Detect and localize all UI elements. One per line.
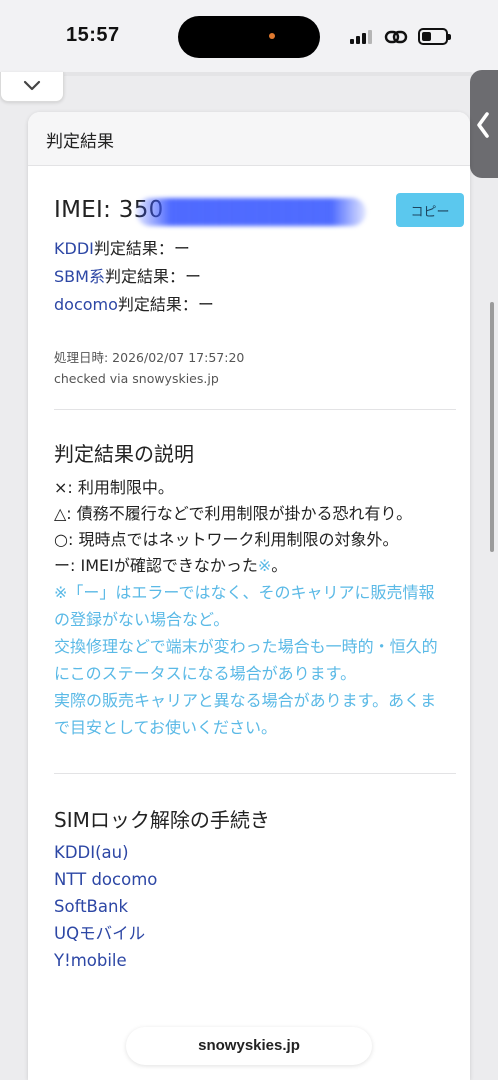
card-header: 判定結果 [28, 112, 470, 166]
side-panel-handle[interactable] [470, 70, 498, 178]
collapse-tab[interactable] [0, 72, 64, 102]
sim-unlock-link-ymobile[interactable]: Y!mobile [54, 947, 442, 974]
result-label: 判定結果：ー [93, 239, 190, 258]
legend-circle: ○: 現時点ではネットワーク利用制限の対象外。 [54, 530, 399, 549]
sim-unlock-link-softbank[interactable]: SoftBank [54, 893, 442, 920]
divider [54, 773, 456, 774]
explanation-title: 判定結果の説明 [54, 442, 194, 466]
carrier-link-kddi[interactable]: KDDI [54, 239, 94, 258]
sim-unlock-link-kddi[interactable]: KDDI(au) [54, 839, 442, 866]
toolbar-edge [62, 72, 472, 76]
note-error: ※「ー」はエラーではなく、そのキャリアに販売情報の登録がない場合など。 [54, 583, 435, 629]
result-line-docomo: docomo判定結果：ー [54, 291, 442, 319]
cellular-signal-icon [350, 30, 374, 44]
legend-dash: ー: IMEIが確認できなかった※。 [54, 553, 442, 579]
carrier-link-sbm[interactable]: SBM系 [54, 267, 105, 286]
legend-dash-text: ー: IMEIが確認できなかった [54, 556, 258, 575]
result-line-kddi: KDDI判定結果：ー [54, 235, 442, 263]
checked-via: checked via snowyskies.jp [54, 371, 219, 386]
imei-redaction [136, 198, 366, 226]
result-label: 判定結果：ー [117, 295, 214, 314]
result-card: 判定結果 IMEI: 350 コピー KDDI判定結果：ー SBM系判定結果：ー… [28, 112, 470, 1080]
processing-meta: 処理日時: 2026/02/07 17:57:20 checked via sn… [54, 347, 442, 389]
note-repair: 交換修理などで端末が変わった場合も一時的・恒久的にこのステータスになる場合があり… [54, 637, 438, 683]
processed-at: 処理日時: 2026/02/07 17:57:20 [54, 350, 245, 365]
sim-unlock-link-uq[interactable]: UQモバイル [54, 920, 442, 947]
address-bar-domain: snowyskies.jp [198, 1037, 300, 1054]
status-time: 15:57 [66, 24, 120, 46]
explanation-notes: ※「ー」はエラーではなく、そのキャリアに販売情報の登録がない場合など。 交換修理… [54, 579, 442, 741]
legend-triangle: △: 債務不履行などで利用制限が掛かる恐れ有り。 [54, 504, 413, 523]
status-bar: 15:57 [0, 0, 498, 72]
explanation-list: ×: 利用制限中。 △: 債務不履行などで利用制限が掛かる恐れ有り。 ○: 現時… [54, 475, 442, 579]
page-scrollbar[interactable] [490, 302, 494, 552]
copy-button[interactable]: コピー [396, 193, 464, 227]
camera-indicator-dot [269, 33, 275, 39]
legend-cross: ×: 利用制限中。 [54, 478, 174, 497]
dynamic-island [178, 16, 320, 58]
chevron-left-icon [477, 112, 489, 138]
sim-unlock-title: SIMロック解除の手続き [54, 808, 270, 832]
result-label: 判定結果：ー [104, 267, 201, 286]
imei-row: IMEI: 350 コピー [54, 193, 464, 233]
battery-icon [418, 28, 451, 45]
divider [54, 409, 456, 410]
note-carrier: 実際の販売キャリアと異なる場合があります。あくまで目安としてお使いください。 [54, 691, 437, 737]
result-line-sbm: SBM系判定結果：ー [54, 263, 442, 291]
carrier-results: KDDI判定結果：ー SBM系判定結果：ー docomo判定結果：ー [54, 235, 442, 319]
note-mark-link[interactable]: ※ [258, 556, 271, 575]
chevron-down-icon [23, 80, 41, 91]
address-bar[interactable]: snowyskies.jp [126, 1027, 372, 1065]
carrier-link-docomo[interactable]: docomo [54, 295, 118, 314]
personal-hotspot-icon [384, 30, 408, 44]
sim-unlock-link-docomo[interactable]: NTT docomo [54, 866, 442, 893]
legend-dash-end: 。 [271, 556, 288, 575]
card-body: IMEI: 350 コピー KDDI判定結果：ー SBM系判定結果：ー doco… [28, 193, 470, 974]
